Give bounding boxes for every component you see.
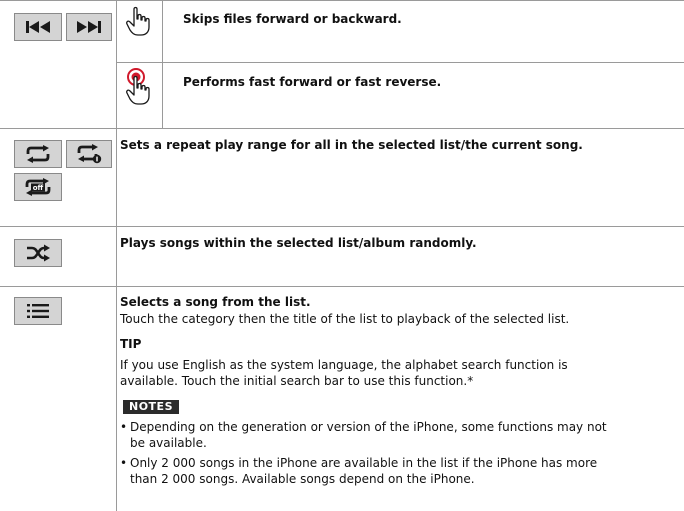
shuffle-icon	[27, 244, 50, 262]
repeat-all-button[interactable]	[14, 140, 62, 168]
skip-back-icon	[26, 21, 50, 33]
tip-line-2: available. Touch the initial search bar …	[120, 374, 474, 388]
svg-text:off: off	[33, 184, 44, 192]
table-rule-top	[0, 0, 684, 1]
repeat-one-button[interactable]	[66, 140, 112, 168]
table-rule-gesture-split	[116, 62, 684, 63]
gesture-tap-description: Skips files forward or backward.	[183, 12, 402, 26]
table-rule-col	[116, 0, 117, 511]
list-body: Touch the category then the title of the…	[120, 312, 570, 326]
repeat-off-button[interactable]: off	[14, 173, 62, 201]
tip-heading: TIP	[120, 337, 142, 351]
list-title: Selects a song from the list.	[120, 295, 311, 309]
gesture-hold-description: Performs fast forward or fast reverse.	[183, 75, 442, 89]
repeat-off-icon: off	[25, 178, 51, 196]
touch-hold-gesture-icon	[125, 68, 153, 110]
repeat-one-icon	[77, 144, 102, 164]
table-rule-gesture-col	[162, 0, 163, 128]
repeat-all-icon	[26, 145, 50, 163]
shuffle-button[interactable]	[14, 239, 62, 267]
tap-gesture-icon	[125, 5, 151, 41]
repeat-description: Sets a repeat play range for all in the …	[120, 138, 583, 152]
table-rule-row2	[0, 128, 684, 129]
note-1-line-2: be available.	[130, 436, 207, 450]
tip-line-1: If you use English as the system languag…	[120, 358, 568, 372]
note-2-line-2: than 2 000 songs. Available songs depend…	[130, 472, 475, 486]
list-button[interactable]	[14, 297, 62, 325]
skip-forward-icon	[77, 21, 101, 33]
note-bullet-2: •	[120, 456, 128, 470]
notes-badge: NOTES	[123, 400, 179, 414]
list-icon	[27, 304, 49, 318]
table-rule-row3	[0, 226, 684, 227]
skip-forward-button[interactable]	[66, 13, 112, 41]
note-1-line-1: Depending on the generation or version o…	[130, 420, 607, 434]
table-rule-row4	[0, 286, 684, 287]
skip-back-button[interactable]	[14, 13, 62, 41]
note-bullet-1: •	[120, 420, 128, 434]
note-2-line-1: Only 2 000 songs in the iPhone are avail…	[130, 456, 598, 470]
shuffle-description: Plays songs within the selected list/alb…	[120, 236, 477, 250]
